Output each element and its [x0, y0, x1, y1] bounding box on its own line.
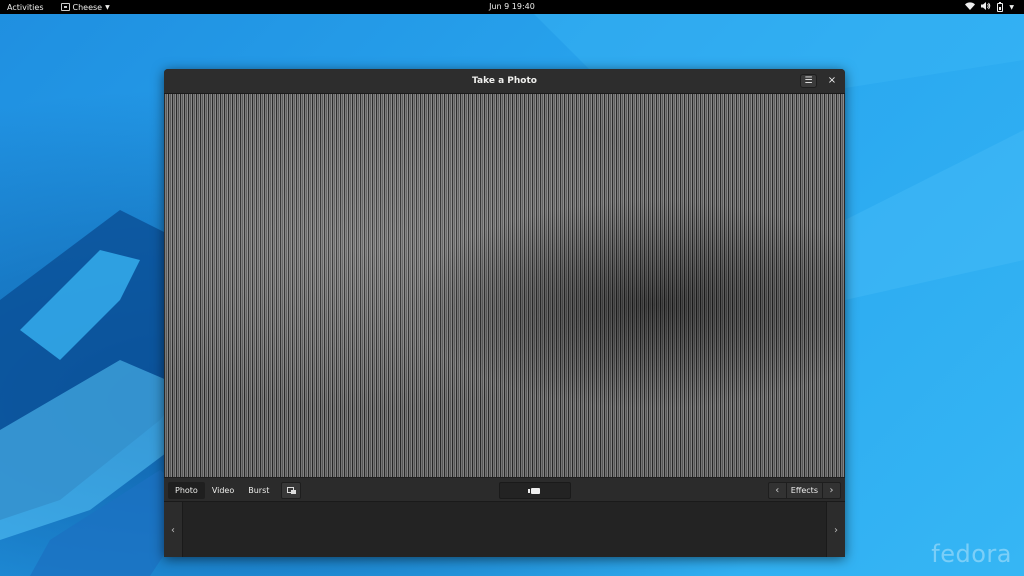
system-menu-caret-icon: ▼ — [1009, 3, 1014, 11]
activities-button[interactable]: Activities — [0, 3, 51, 12]
fullscreen-button[interactable] — [281, 482, 301, 499]
effects-next-button[interactable]: › — [823, 483, 840, 498]
cheese-window: Take a Photo ☰ × Photo Video Burst ‹ Eff… — [164, 69, 845, 557]
effects-navigator: ‹ Effects › — [767, 482, 841, 499]
fullscreen-icon — [286, 487, 296, 494]
thumbnails-prev-button[interactable]: ‹ — [164, 502, 183, 557]
wifi-icon — [965, 2, 976, 12]
cheese-app-icon — [60, 3, 70, 11]
volume-icon — [981, 2, 991, 12]
action-toolbar: Photo Video Burst ‹ Effects › — [164, 477, 845, 501]
window-title: Take a Photo — [472, 76, 537, 86]
mode-photo-button[interactable]: Photo — [168, 482, 205, 499]
thumbnail-list[interactable] — [183, 502, 826, 557]
app-menu[interactable]: Cheese ▼ — [60, 2, 110, 12]
clock[interactable]: Jun 9 19:40 — [489, 2, 535, 11]
preview-shading — [164, 94, 845, 477]
close-icon: × — [827, 75, 837, 86]
chevron-left-icon: ‹ — [171, 524, 175, 536]
close-button[interactable]: × — [825, 74, 839, 88]
camera-preview — [164, 94, 845, 477]
fedora-logo: fedora — [931, 540, 1012, 568]
chevron-down-icon: ▼ — [105, 3, 110, 11]
thumbnail-bar: ‹ › — [164, 501, 845, 557]
hamburger-menu-button[interactable]: ☰ — [800, 74, 817, 88]
effects-button[interactable]: Effects — [785, 483, 823, 498]
chevron-right-icon: › — [834, 524, 838, 536]
mode-video-button[interactable]: Video — [205, 482, 241, 499]
header-bar: Take a Photo ☰ × — [164, 69, 845, 94]
take-photo-button[interactable] — [499, 482, 571, 499]
app-menu-label: Cheese — [72, 2, 103, 12]
top-bar: Activities Cheese ▼ Jun 9 19:40 ▼ — [0, 0, 1024, 14]
hamburger-icon: ☰ — [804, 76, 813, 86]
effects-prev-button[interactable]: ‹ — [769, 483, 786, 498]
system-tray[interactable]: ▼ — [965, 0, 1014, 14]
mode-burst-button[interactable]: Burst — [241, 482, 276, 499]
battery-icon — [997, 1, 1004, 12]
mode-switcher: Photo Video Burst — [168, 482, 276, 499]
camera-icon — [527, 487, 540, 494]
thumbnails-next-button[interactable]: › — [826, 502, 845, 557]
clock-container: Jun 9 19:40 — [0, 2, 1024, 11]
